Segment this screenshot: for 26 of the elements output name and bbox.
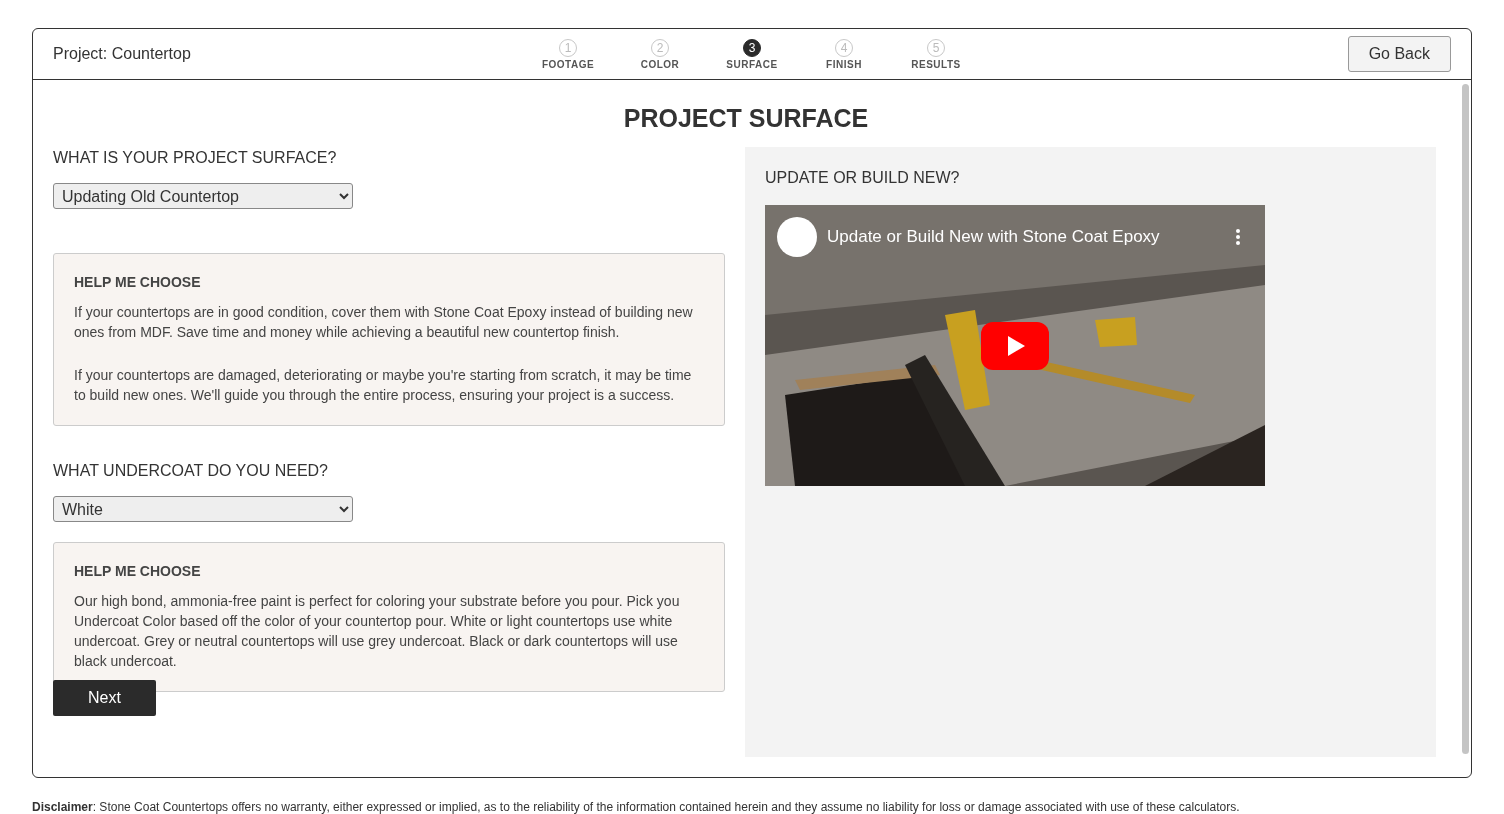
page-title: PROJECT SURFACE: [622, 104, 870, 133]
step-number[interactable]: 3: [743, 38, 761, 57]
help-text: If your countertops are in good condition, cover them with Stone Coat Epoxy instead of building new ones from MDF. Save time and money while achieving a beautiful new countertop finish.: [74, 303, 694, 342]
step-label[interactable]: FINISH: [826, 58, 862, 70]
video-heading: UPDATE OR BUILD NEW?: [765, 169, 961, 187]
go-back-button[interactable]: Go Back: [1347, 36, 1451, 72]
step-label[interactable]: SURFACE: [726, 58, 778, 70]
play-icon[interactable]: [981, 322, 1049, 370]
disclaimer-text: Disclaimer: Stone Coat Countertops offers no warranty, either expressed or implied, as to the reliability of the information contained herein and they assume no liability for loss or damage associated with use of these calculators.: [32, 800, 1241, 814]
video-player[interactable]: Update or Build New with Stone Coat Epoxy: [765, 205, 1265, 486]
step-label[interactable]: COLOR: [640, 58, 680, 70]
video-title[interactable]: Update or Build New with Stone Coat Epoxy: [827, 227, 1225, 247]
dropdown-select[interactable]: White: [53, 496, 353, 522]
help-text: If your countertops are damaged, deteriorating or maybe you're starting from scratch, it may be time to build new ones. We'll guide you through the entire process, ensuring your project is a success.: [74, 366, 693, 405]
help-title: HELP ME CHOOSE: [74, 274, 202, 290]
help-text: Our high bond, ammonia-free paint is perfect for coloring your substrate before you pour. Pick you Undercoat Color based off the color of your countertop pour. White or light countertops use white undercoat. Grey or neutral countertops will use grey undercoat. Black or dark countertops will use black undercoat.: [74, 592, 681, 671]
scrollbar-thumb[interactable]: [1461, 84, 1469, 754]
more-icon[interactable]: [1235, 228, 1241, 246]
help-title: HELP ME CHOOSE: [74, 563, 202, 579]
step-label[interactable]: RESULTS: [911, 58, 961, 70]
step-label[interactable]: FOOTAGE: [541, 58, 595, 70]
question-label: WHAT IS YOUR PROJECT SURFACE?: [53, 149, 338, 167]
next-button[interactable]: Next: [53, 680, 156, 716]
project-name: Project: Countertop: [53, 45, 192, 63]
dropdown-select[interactable]: Updating Old Countertop: [53, 183, 353, 209]
question-label: WHAT UNDERCOAT DO YOU NEED?: [53, 462, 329, 480]
